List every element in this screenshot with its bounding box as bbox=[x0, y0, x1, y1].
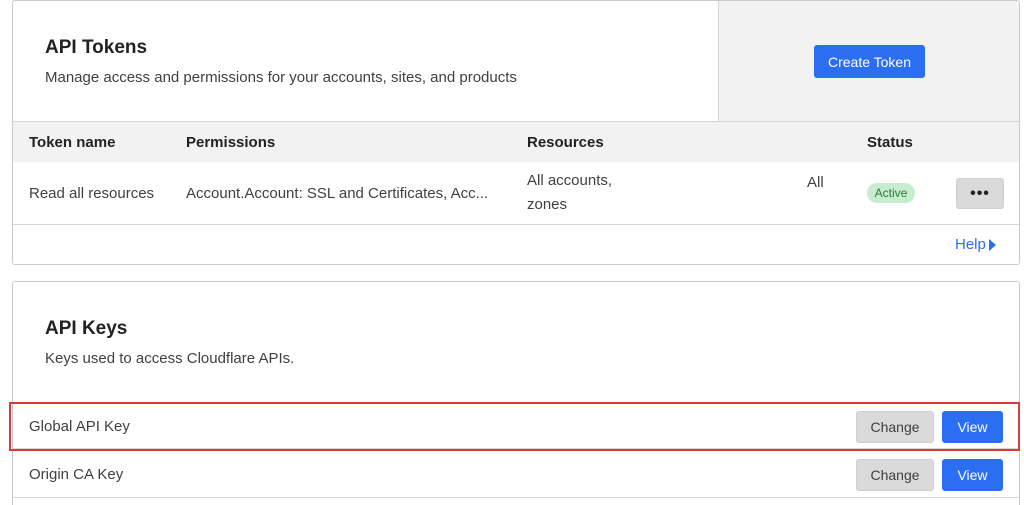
token-resources-line-2: zones bbox=[527, 196, 568, 213]
api-tokens-description: Manage access and permissions for your a… bbox=[45, 69, 517, 86]
api-tokens-title: API Tokens bbox=[45, 37, 148, 58]
token-permissions-cell: Account.Account: SSL and Certificates, A… bbox=[186, 185, 489, 202]
change-global-key-button[interactable]: Change bbox=[856, 411, 934, 443]
api-tokens-action-panel: Create Token bbox=[718, 1, 1019, 121]
create-token-button[interactable]: Create Token bbox=[814, 45, 925, 78]
token-name-cell: Read all resources bbox=[29, 185, 155, 202]
key-label: Global API Key bbox=[29, 418, 130, 435]
token-resources-line-1: All accounts, bbox=[527, 172, 613, 189]
token-resources-cell: All accounts, zones bbox=[527, 169, 612, 217]
list-item-origin-ca-key: Origin CA Key Change View bbox=[13, 451, 1019, 498]
token-more-actions-button[interactable]: ••• bbox=[956, 178, 1004, 209]
help-link[interactable]: Help bbox=[955, 236, 996, 253]
view-global-key-button[interactable]: View bbox=[942, 411, 1003, 443]
api-tokens-card: API Tokens Manage access and permissions… bbox=[12, 0, 1020, 265]
column-resources: Resources bbox=[527, 134, 604, 151]
api-tokens-intro: API Tokens Manage access and permissions… bbox=[13, 1, 718, 121]
key-label: Origin CA Key bbox=[29, 466, 124, 483]
token-resources-extra: All bbox=[807, 174, 824, 191]
view-origin-key-button[interactable]: View bbox=[942, 459, 1003, 491]
column-status: Status bbox=[867, 134, 913, 151]
api-keys-card: API Keys Keys used to access Cloudflare … bbox=[12, 281, 1020, 505]
table-row: Read all resources Account.Account: SSL … bbox=[13, 162, 1019, 225]
list-item-global-api-key: Global API Key Change View bbox=[13, 402, 1019, 449]
tokens-table-header: Token name Permissions Resources Status bbox=[13, 122, 1019, 162]
api-keys-description: Keys used to access Cloudflare APIs. bbox=[45, 350, 295, 367]
column-permissions: Permissions bbox=[186, 134, 276, 151]
help-link-label: Help bbox=[955, 236, 986, 253]
caret-right-icon bbox=[988, 238, 996, 251]
column-token-name: Token name bbox=[29, 134, 116, 151]
api-tokens-header: API Tokens Manage access and permissions… bbox=[13, 1, 1019, 122]
status-badge: Active bbox=[867, 183, 915, 203]
api-keys-title: API Keys bbox=[45, 318, 128, 339]
change-origin-key-button[interactable]: Change bbox=[856, 459, 934, 491]
